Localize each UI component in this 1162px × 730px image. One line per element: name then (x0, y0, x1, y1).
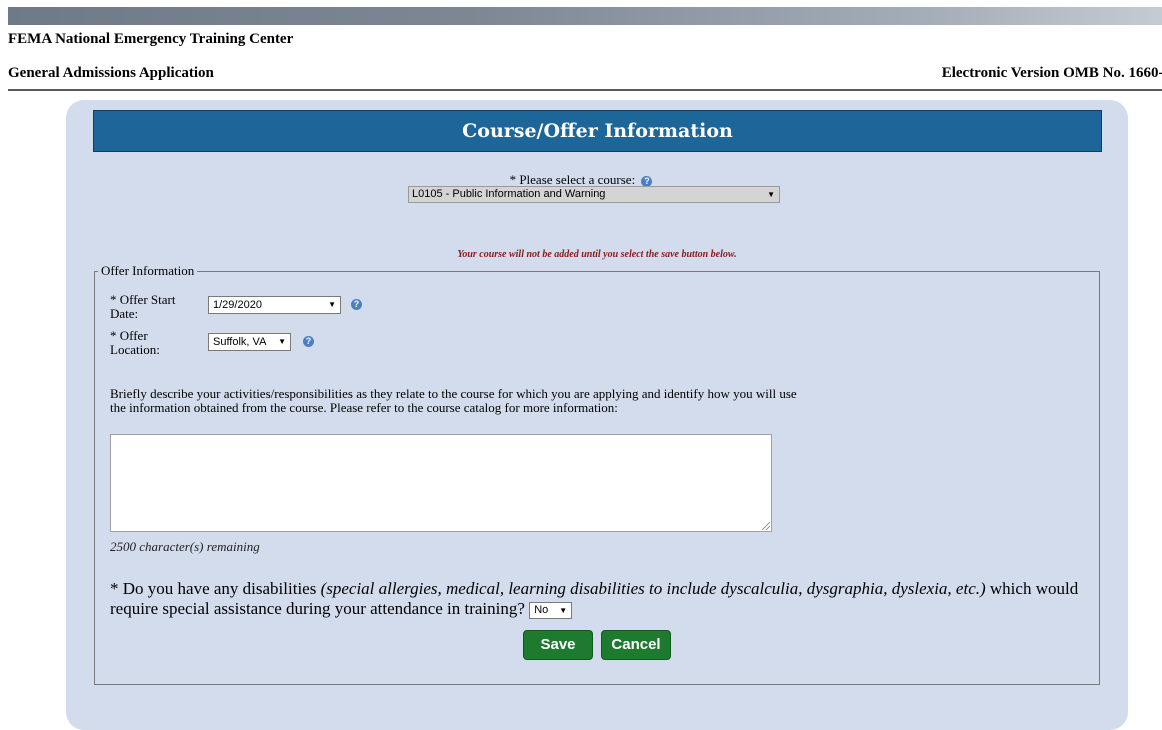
description-textarea[interactable] (110, 434, 772, 532)
offer-location-value: Suffolk, VA (213, 336, 267, 348)
agency-title: FEMA National Emergency Training Center (8, 31, 294, 47)
header-divider (8, 89, 1162, 91)
course-label-text: * Please select a course: (509, 172, 636, 187)
description-prompt: Briefly describe your activities/respons… (110, 386, 797, 415)
disabilities-question-start: * Do you have any disabilities (110, 579, 321, 598)
disabilities-answer: No (534, 603, 549, 616)
section-title: Course/Offer Information (93, 110, 1102, 152)
save-warning: Your course will not be added until you … (457, 249, 737, 260)
question-icon[interactable]: ? (641, 175, 653, 187)
cancel-button[interactable]: Cancel (601, 630, 671, 660)
application-title: General Admissions Application (8, 65, 214, 81)
question-icon[interactable]: ? (303, 336, 314, 347)
top-banner-bar (8, 7, 1162, 25)
course-select[interactable]: L0105 - Public Information and Warning ▼ (408, 186, 780, 203)
character-counter: 2500 character(s) remaining (110, 539, 260, 554)
offer-start-date-label: * Offer Start Date: (110, 292, 176, 321)
chevron-down-icon: ▼ (328, 300, 336, 309)
save-button[interactable]: Save (523, 630, 593, 660)
disabilities-question: * Do you have any disabilities (special … (110, 579, 1100, 619)
offer-start-date-select[interactable]: 1/29/2020 ▼ (208, 296, 341, 314)
chevron-down-icon: ▼ (278, 337, 286, 346)
offer-location-label: * Offer Location: (110, 328, 160, 357)
chevron-down-icon: ▼ (767, 190, 775, 199)
omb-number: Electronic Version OMB No. 1660-0 (941, 65, 1162, 81)
offer-location-select[interactable]: Suffolk, VA ▼ (208, 333, 291, 351)
disabilities-question-examples: (special allergies, medical, learning di… (320, 579, 986, 598)
offer-start-date-value: 1/29/2020 (213, 299, 262, 311)
course-selected-value: L0105 - Public Information and Warning (412, 188, 606, 200)
question-icon[interactable]: ? (351, 299, 362, 310)
offer-information-legend: Offer Information (98, 263, 198, 279)
resize-grip-icon[interactable] (762, 522, 770, 530)
disabilities-select[interactable]: No ▼ (529, 601, 573, 619)
chevron-down-icon: ▼ (559, 605, 568, 615)
